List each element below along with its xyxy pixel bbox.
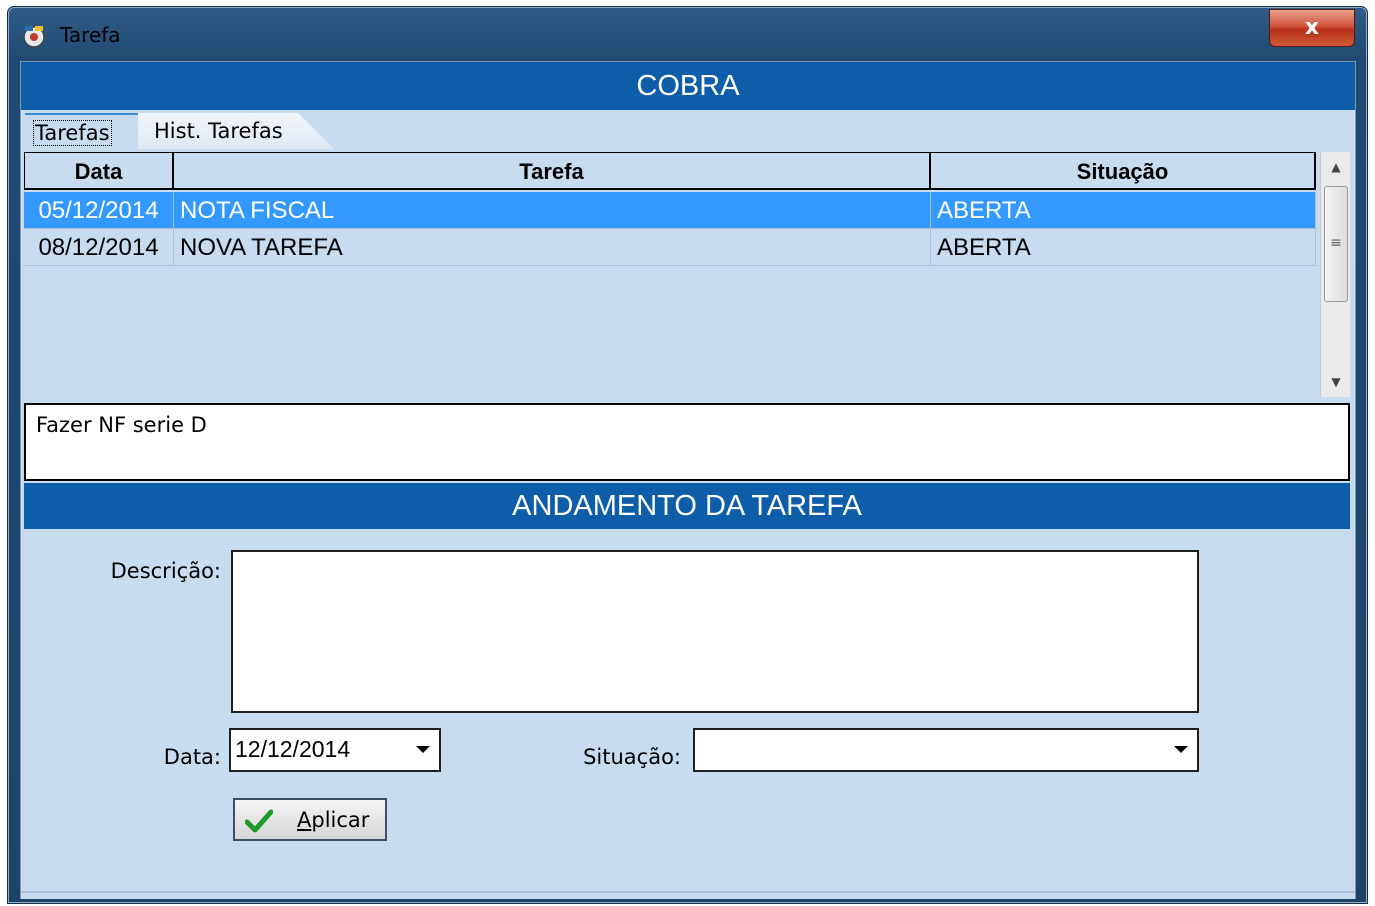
tab-strip: Tarefas Hist. Tarefas [25, 111, 625, 151]
tab-tarefas-label: Tarefas [33, 120, 112, 146]
column-header-data[interactable]: Data [24, 152, 174, 190]
tab-tarefas[interactable]: Tarefas [25, 113, 138, 149]
scroll-down-icon[interactable]: ▼ [1321, 367, 1351, 397]
data-value: 12/12/2014 [235, 736, 351, 762]
tab-hist-tarefas-label: Hist. Tarefas [154, 119, 283, 143]
cell-situacao: ABERTA [931, 192, 1316, 229]
situacao-select[interactable] [693, 728, 1199, 772]
tasks-grid[interactable]: Data Tarefa Situação 05/12/2014 NOTA FIS… [24, 152, 1350, 399]
cobra-banner: COBRA [21, 62, 1355, 110]
tarefa-window: Tarefa x COBRA Tarefas Hist. Tarefas Dat… [7, 6, 1368, 904]
close-icon: x [1304, 15, 1320, 40]
descricao-field[interactable] [231, 550, 1199, 713]
check-icon [245, 809, 273, 833]
data-label: Data: [163, 745, 221, 769]
chevron-down-icon[interactable] [1173, 730, 1189, 770]
bottom-border [21, 891, 1355, 899]
table-row[interactable]: 05/12/2014 NOTA FISCAL ABERTA [24, 192, 1316, 229]
table-row[interactable]: 08/12/2014 NOVA TAREFA ABERTA [24, 229, 1316, 266]
descricao-label: Descrição: [110, 559, 221, 583]
app-icon [23, 26, 45, 48]
cell-data: 08/12/2014 [24, 229, 174, 266]
task-note[interactable]: Fazer NF serie D [24, 403, 1350, 481]
grid-header: Data Tarefa Situação [24, 152, 1316, 190]
situacao-label: Situação: [583, 745, 681, 769]
scroll-up-icon[interactable]: ▲ [1321, 152, 1351, 182]
aplicar-button[interactable]: Aplicar [233, 798, 387, 841]
client-area: COBRA Tarefas Hist. Tarefas Data Tarefa … [20, 61, 1356, 899]
title-bar[interactable]: Tarefa x [8, 7, 1367, 59]
andamento-banner: ANDAMENTO DA TAREFA [24, 483, 1350, 529]
chevron-down-icon[interactable] [415, 730, 431, 770]
close-button[interactable]: x [1269, 9, 1355, 47]
aplicar-button-label: Aplicar [297, 808, 370, 832]
cell-tarefa: NOTA FISCAL [174, 192, 931, 229]
column-header-situacao[interactable]: Situação [931, 152, 1316, 190]
tab-hist-tarefas[interactable]: Hist. Tarefas [138, 113, 334, 149]
grid-vertical-scrollbar[interactable]: ▲ ≡ ▼ [1320, 152, 1350, 397]
cell-data: 05/12/2014 [24, 192, 174, 229]
cell-situacao: ABERTA [931, 229, 1316, 266]
column-header-tarefa[interactable]: Tarefa [174, 152, 931, 190]
scroll-thumb[interactable]: ≡ [1324, 186, 1348, 302]
cell-tarefa: NOVA TAREFA [174, 229, 931, 266]
window-title: Tarefa [60, 23, 121, 47]
data-date-picker[interactable]: 12/12/2014 [229, 728, 441, 772]
